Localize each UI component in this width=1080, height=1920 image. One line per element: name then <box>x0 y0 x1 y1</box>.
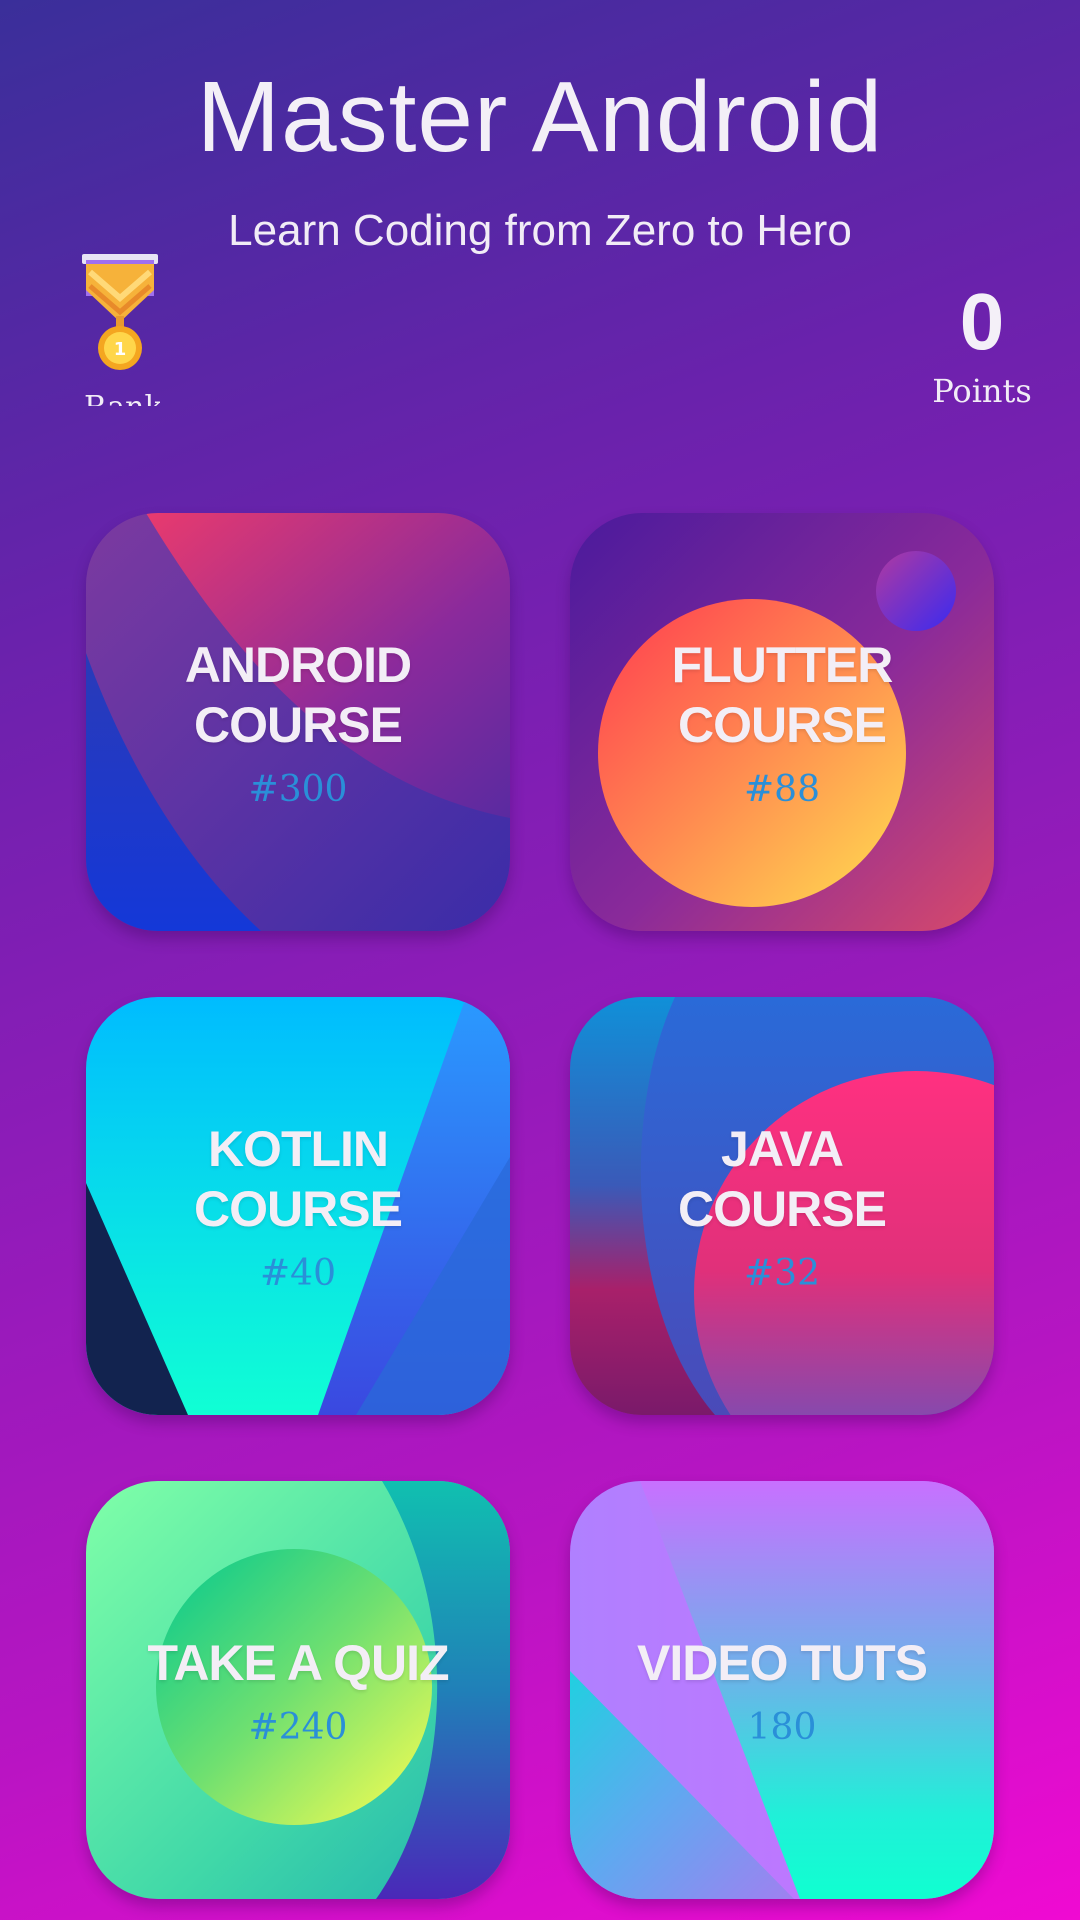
card-count: #300 <box>248 768 348 810</box>
svg-text:1: 1 <box>114 339 127 360</box>
card-title-line2: COURSE <box>194 1180 403 1237</box>
app-title: Master Android <box>196 61 884 173</box>
card-count: #40 <box>260 1252 336 1294</box>
medal-icon: 1 <box>82 254 158 370</box>
card-title-line2: COURSE <box>678 696 887 753</box>
points-value: 0 <box>959 277 1005 366</box>
card-title: VIDEO TUTS <box>636 1634 928 1691</box>
card-title-line2: COURSE <box>678 1180 887 1237</box>
video-tuts-card[interactable]: VIDEO TUTS 180 <box>570 1481 994 1899</box>
app-subtitle: Learn Coding from Zero to Hero <box>228 206 852 255</box>
card-title-line1: JAVA <box>721 1120 844 1177</box>
kotlin-course-card[interactable]: KOTLIN COURSE #40 <box>86 997 510 1415</box>
card-count: #240 <box>248 1706 348 1748</box>
card-count: #32 <box>744 1252 820 1294</box>
card-title-line1: ANDROID <box>184 636 412 693</box>
card-title-line2: COURSE <box>194 696 403 753</box>
card-title-line1: KOTLIN <box>207 1120 389 1177</box>
rank-label: Rank <box>84 390 160 406</box>
card-title: TAKE A QUIZ <box>147 1634 449 1691</box>
card-count: 180 <box>747 1706 817 1748</box>
rank-widget[interactable]: 1 Rank <box>80 250 160 406</box>
flutter-course-card[interactable]: FLUTTER COURSE #88 <box>570 513 994 931</box>
card-count: #88 <box>744 768 820 810</box>
take-quiz-card[interactable]: TAKE A QUIZ #240 <box>86 1481 510 1899</box>
card-title-line1: FLUTTER <box>671 636 894 693</box>
java-course-card[interactable]: JAVA COURSE #32 <box>570 997 994 1415</box>
android-course-card[interactable]: ANDROID COURSE #300 <box>86 513 510 931</box>
points-label: Points <box>932 372 1032 410</box>
